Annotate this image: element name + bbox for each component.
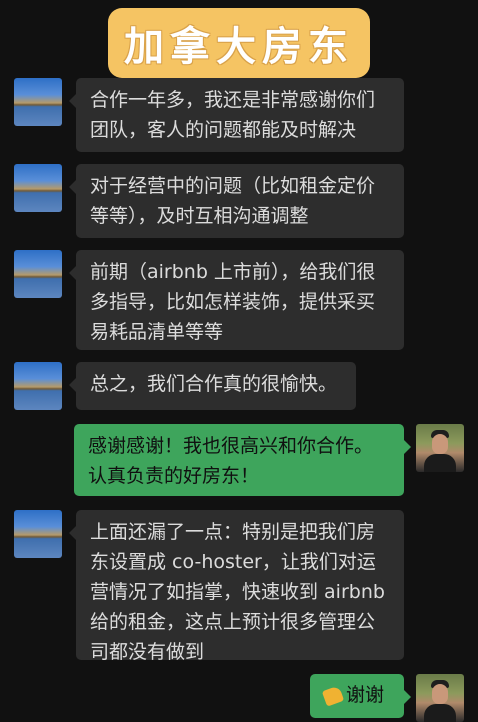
message-bubble[interactable]: 上面还漏了一点：特别是把我们房 东设置成 co-hoster，让我们对运 营情况… bbox=[69, 510, 404, 663]
message-text: 给的租金，这点上预计很多管理公 bbox=[90, 611, 376, 633]
avatar[interactable] bbox=[14, 510, 62, 558]
message-text: 易耗品清单等等 bbox=[90, 321, 224, 343]
banner-title: 加拿大房东 bbox=[124, 23, 354, 70]
message-bubble[interactable]: 总之，我们合作真的很愉快。 bbox=[69, 362, 356, 410]
message-text: 多指导，比如怎样装饰，提供采买 bbox=[90, 291, 376, 313]
message-text: 司都没有做到 bbox=[90, 641, 205, 663]
message-text: 认真负责的好房东！ bbox=[88, 465, 260, 487]
message-text: 合作一年多，我还是非常感谢你们 bbox=[90, 89, 376, 111]
message-bubble[interactable]: 合作一年多，我还是非常感谢你们 团队，客人的问题都能及时解决 bbox=[69, 78, 404, 152]
message-text: 感谢感谢！我也很高兴和你合作。 bbox=[88, 435, 374, 457]
avatar[interactable] bbox=[14, 362, 62, 410]
thumbs-up-icon bbox=[321, 684, 345, 707]
message-bubble[interactable]: 前期（airbnb 上市前），给我们很 多指导，比如怎样装饰，提供采买 易耗品清… bbox=[69, 250, 404, 350]
message-text: 团队，客人的问题都能及时解决 bbox=[90, 119, 357, 141]
avatar[interactable] bbox=[14, 78, 62, 126]
avatar-body bbox=[424, 704, 456, 722]
message-text: 谢谢 bbox=[346, 684, 385, 706]
message-text: 总之，我们合作真的很愉快。 bbox=[90, 373, 338, 395]
avatar-face bbox=[432, 684, 448, 704]
message-text: 东设置成 co-hoster，让我们对运 bbox=[90, 551, 376, 573]
message-bubble[interactable]: 对于经营中的问题（比如租金定价 等等），及时互相沟通调整 bbox=[69, 164, 404, 238]
message-bubble[interactable]: 感谢感谢！我也很高兴和你合作。 认真负责的好房东！ bbox=[74, 424, 411, 496]
message-text: 对于经营中的问题（比如租金定价 bbox=[90, 175, 376, 197]
message-text: 前期（airbnb 上市前），给我们很 bbox=[90, 261, 376, 283]
message-text: 营情况了如指掌，快速收到 airbnb bbox=[90, 581, 385, 603]
message-bubble[interactable]: 谢谢 bbox=[310, 674, 411, 718]
message-text: 等等），及时互相沟通调整 bbox=[90, 205, 309, 227]
message-text: 上面还漏了一点：特别是把我们房 bbox=[90, 521, 376, 543]
avatar[interactable] bbox=[416, 424, 464, 472]
avatar-face bbox=[432, 434, 448, 454]
avatar-body bbox=[424, 454, 456, 472]
avatar[interactable] bbox=[416, 674, 464, 722]
avatar[interactable] bbox=[14, 164, 62, 212]
title-banner: 加拿大房东 bbox=[108, 8, 370, 78]
avatar[interactable] bbox=[14, 250, 62, 298]
